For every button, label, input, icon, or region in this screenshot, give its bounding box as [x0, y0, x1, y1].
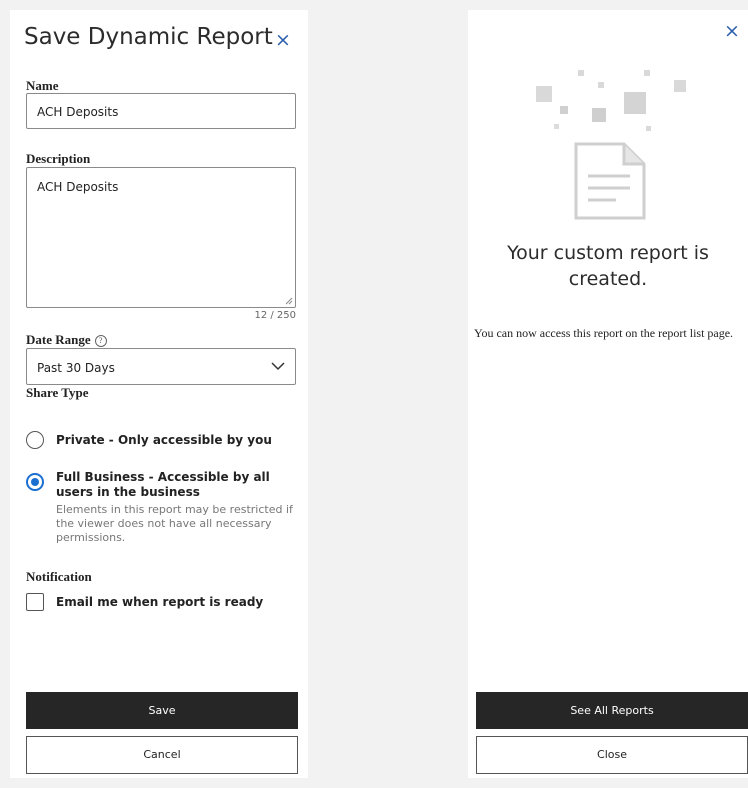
radio-private-label: Private - Only accessible by you [56, 433, 272, 447]
date-range-value: Past 30 Days [37, 361, 115, 375]
help-circle-icon[interactable]: ? [94, 335, 107, 347]
share-type-label: Share Type [26, 385, 89, 400]
save-button[interactable]: Save [26, 692, 298, 729]
description-label: Description [26, 151, 91, 166]
description-value: ACH Deposits [37, 180, 119, 194]
name-field[interactable]: ACH Deposits [26, 93, 296, 129]
character-counter: 12 / 250 [254, 310, 296, 321]
see-all-reports-button[interactable]: See All Reports [476, 692, 748, 729]
chevron-down-icon [271, 362, 285, 371]
description-field[interactable]: ACH Deposits [26, 167, 296, 308]
date-range-label-text: Date Range [26, 332, 91, 347]
success-description: You can now access this report on the re… [474, 326, 734, 340]
email-me-checkbox[interactable] [26, 593, 44, 611]
save-report-panel: Save Dynamic Report × Name ACH Deposits … [10, 10, 308, 778]
success-title: Your custom report is created. [507, 242, 709, 290]
date-range-select[interactable]: Past 30 Days [26, 348, 296, 385]
name-value: ACH Deposits [37, 105, 119, 119]
full-business-hint: Elements in this report may be restricte… [56, 503, 293, 544]
close-icon[interactable]: × [724, 22, 740, 41]
radio-full-business-label: Full Business - Accessible by all users … [56, 470, 270, 499]
email-me-label: Email me when report is ready [56, 595, 264, 609]
cancel-button[interactable]: Cancel [26, 736, 298, 774]
document-illustration [536, 70, 686, 220]
notification-label: Notification [26, 569, 92, 584]
close-icon[interactable]: × [275, 31, 291, 50]
date-range-label: Date Range? [26, 332, 107, 348]
name-label: Name [26, 78, 59, 93]
radio-private[interactable] [26, 431, 44, 449]
report-created-panel: × Your custom report is created. You can… [468, 10, 748, 778]
resize-handle-icon[interactable] [285, 297, 293, 305]
dialog-title: Save Dynamic Report [24, 24, 273, 50]
close-button[interactable]: Close [476, 736, 748, 774]
radio-full-business[interactable] [26, 473, 44, 491]
